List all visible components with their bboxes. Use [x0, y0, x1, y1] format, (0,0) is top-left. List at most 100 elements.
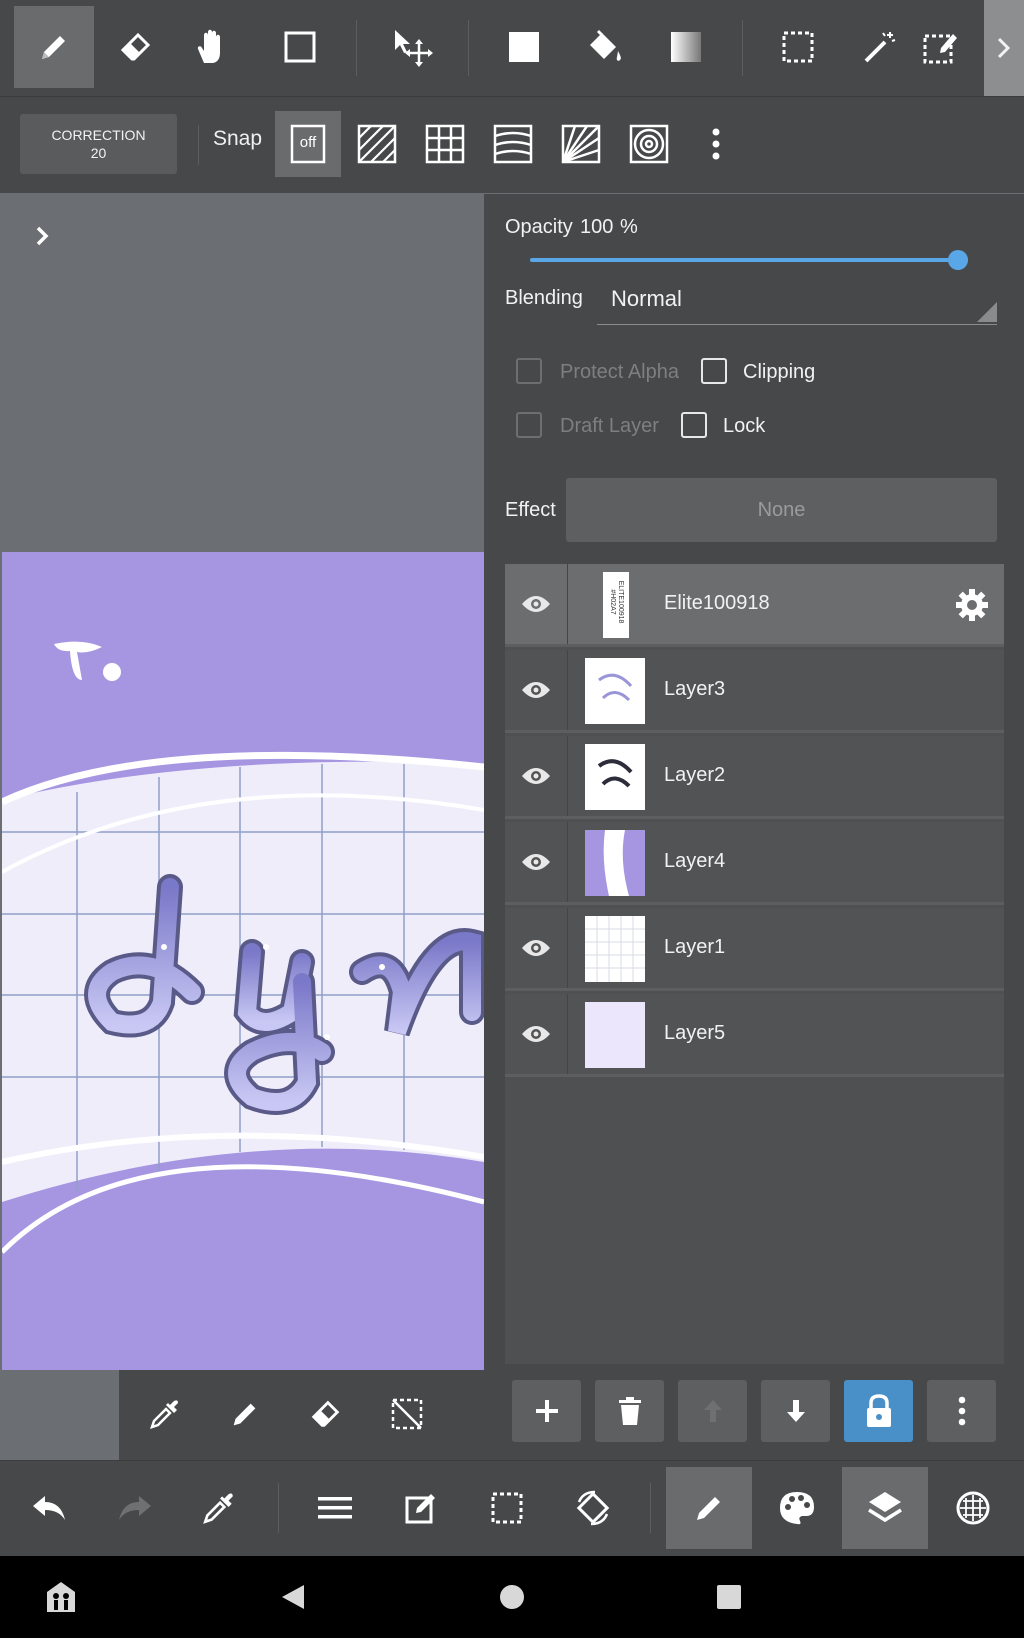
eraser-icon [118, 29, 154, 65]
undo-button[interactable] [6, 1467, 92, 1549]
dropdown-corner-icon [977, 302, 997, 322]
eye-icon [521, 594, 551, 614]
snap-off-button[interactable]: off [275, 111, 341, 177]
recents-button[interactable] [704, 1572, 754, 1622]
palette-panel-button[interactable] [754, 1467, 840, 1549]
eyedropper-button[interactable] [176, 1467, 262, 1549]
blending-select[interactable]: Normal [597, 280, 997, 325]
layer-visibility-toggle[interactable] [505, 908, 567, 988]
layer-visibility-toggle[interactable] [505, 736, 567, 816]
back-button[interactable] [268, 1572, 318, 1622]
move-tool-button[interactable] [372, 6, 452, 88]
layer-row-layer2[interactable]: Layer2 [505, 736, 1004, 819]
pen-tool-button[interactable] [14, 6, 94, 88]
layer-row-layer4[interactable]: Layer4 [505, 822, 1004, 905]
layer-row-layer3[interactable]: Layer3 [505, 650, 1004, 733]
move-layer-down-button[interactable] [761, 1380, 830, 1442]
artboard[interactable] [2, 552, 484, 1450]
correction-button[interactable]: CORRECTION 20 [20, 114, 177, 174]
lock-icon [865, 1394, 893, 1428]
layer-visibility-toggle[interactable] [505, 564, 567, 644]
arrow-down-icon [785, 1398, 807, 1424]
snap-label: Snap [213, 127, 263, 150]
snap-off-label: off [299, 134, 317, 151]
brush-panel-button[interactable] [666, 1467, 752, 1549]
redo-button[interactable] [92, 1467, 178, 1549]
snap-radial-icon [561, 124, 601, 164]
snap-more-button[interactable] [696, 119, 736, 169]
row-divider [567, 822, 568, 902]
rotate-canvas-button[interactable] [550, 1467, 636, 1549]
menu-button[interactable] [292, 1467, 378, 1549]
layer-row-layer1[interactable]: Layer1 [505, 908, 1004, 991]
layer-visibility-toggle[interactable] [505, 994, 567, 1074]
select-rect-icon [780, 29, 816, 65]
edit-button[interactable] [378, 1467, 464, 1549]
move-layer-up-button[interactable] [678, 1380, 747, 1442]
select-pen-tool-button[interactable] [920, 6, 960, 88]
row-divider [567, 736, 568, 816]
magic-wand-icon [861, 28, 899, 66]
shape-tool-button[interactable] [260, 6, 340, 88]
blending-value: Normal [611, 286, 682, 311]
snap-parallel-icon [357, 124, 397, 164]
layer-visibility-toggle[interactable] [505, 822, 567, 902]
thumbnail-text-line2: #H02A7 [609, 589, 616, 615]
protect-alpha-checkbox[interactable] [516, 358, 542, 384]
toolbar-divider [198, 125, 199, 165]
eraser-tool-button[interactable] [96, 6, 176, 88]
layer-row-layer5[interactable]: Layer5 [505, 994, 1004, 1077]
layer-row-elite100918[interactable]: ELITE100918 #H02A7 Elite100918 [505, 564, 1004, 647]
back-triangle-icon [280, 1583, 306, 1611]
quick-eraser-button[interactable] [296, 1384, 356, 1444]
gear-icon [954, 587, 990, 623]
toolbar-divider [278, 1483, 279, 1533]
snap-curve-button[interactable] [480, 111, 546, 177]
draft-layer-checkbox[interactable] [516, 412, 542, 438]
hand-tool-button[interactable] [172, 6, 252, 88]
delete-layer-button[interactable] [595, 1380, 664, 1442]
snap-radial-button[interactable] [548, 111, 614, 177]
magic-wand-tool-button[interactable] [840, 6, 920, 88]
eye-icon [521, 938, 551, 958]
selection-button[interactable] [464, 1467, 550, 1549]
layer-settings-button[interactable] [949, 582, 995, 628]
layer-visibility-toggle[interactable] [505, 650, 567, 730]
row-divider [567, 908, 568, 988]
eyedropper-icon [201, 1490, 237, 1526]
toolbar-scroll-right-button[interactable] [984, 0, 1024, 96]
undo-icon [31, 1494, 67, 1522]
draft-layer-label: Draft Layer [560, 415, 659, 437]
gradient-tool-button[interactable] [646, 6, 726, 88]
opacity-slider[interactable] [530, 250, 968, 274]
quick-eyedropper-button[interactable] [135, 1384, 195, 1444]
bucket-tool-button[interactable] [564, 6, 644, 88]
snap-parallel-button[interactable] [344, 111, 410, 177]
materials-panel-button[interactable] [930, 1467, 1016, 1549]
add-layer-button[interactable] [512, 1380, 581, 1442]
layer-thumbnail: ELITE100918 #H02A7 [603, 572, 629, 638]
select-rect-tool-button[interactable] [758, 6, 838, 88]
canvas-area[interactable] [0, 194, 484, 1450]
layer-more-button[interactable] [927, 1380, 996, 1442]
fill-rect-tool-button[interactable] [484, 6, 564, 88]
snap-grid-button[interactable] [412, 111, 478, 177]
accessibility-button[interactable] [36, 1572, 86, 1622]
eye-icon [521, 766, 551, 786]
layer-name: Elite100918 [664, 592, 770, 614]
effect-button[interactable]: None [566, 478, 997, 542]
home-button[interactable] [487, 1572, 537, 1622]
opacity-slider-thumb[interactable] [948, 250, 968, 270]
toolbar-divider [468, 20, 469, 76]
layer-name: Layer4 [664, 850, 726, 872]
canvas-bottom-gap [0, 1370, 119, 1460]
lock-layer-button[interactable] [844, 1380, 913, 1442]
clipping-checkbox[interactable] [701, 358, 727, 384]
snap-concentric-button[interactable] [616, 111, 682, 177]
layers-panel-button[interactable] [842, 1467, 928, 1549]
quick-deselect-button[interactable] [377, 1384, 437, 1444]
quick-pen-button[interactable] [215, 1384, 275, 1444]
lock-checkbox[interactable] [681, 412, 707, 438]
row-divider [567, 564, 568, 644]
expand-panel-button[interactable] [24, 216, 60, 256]
